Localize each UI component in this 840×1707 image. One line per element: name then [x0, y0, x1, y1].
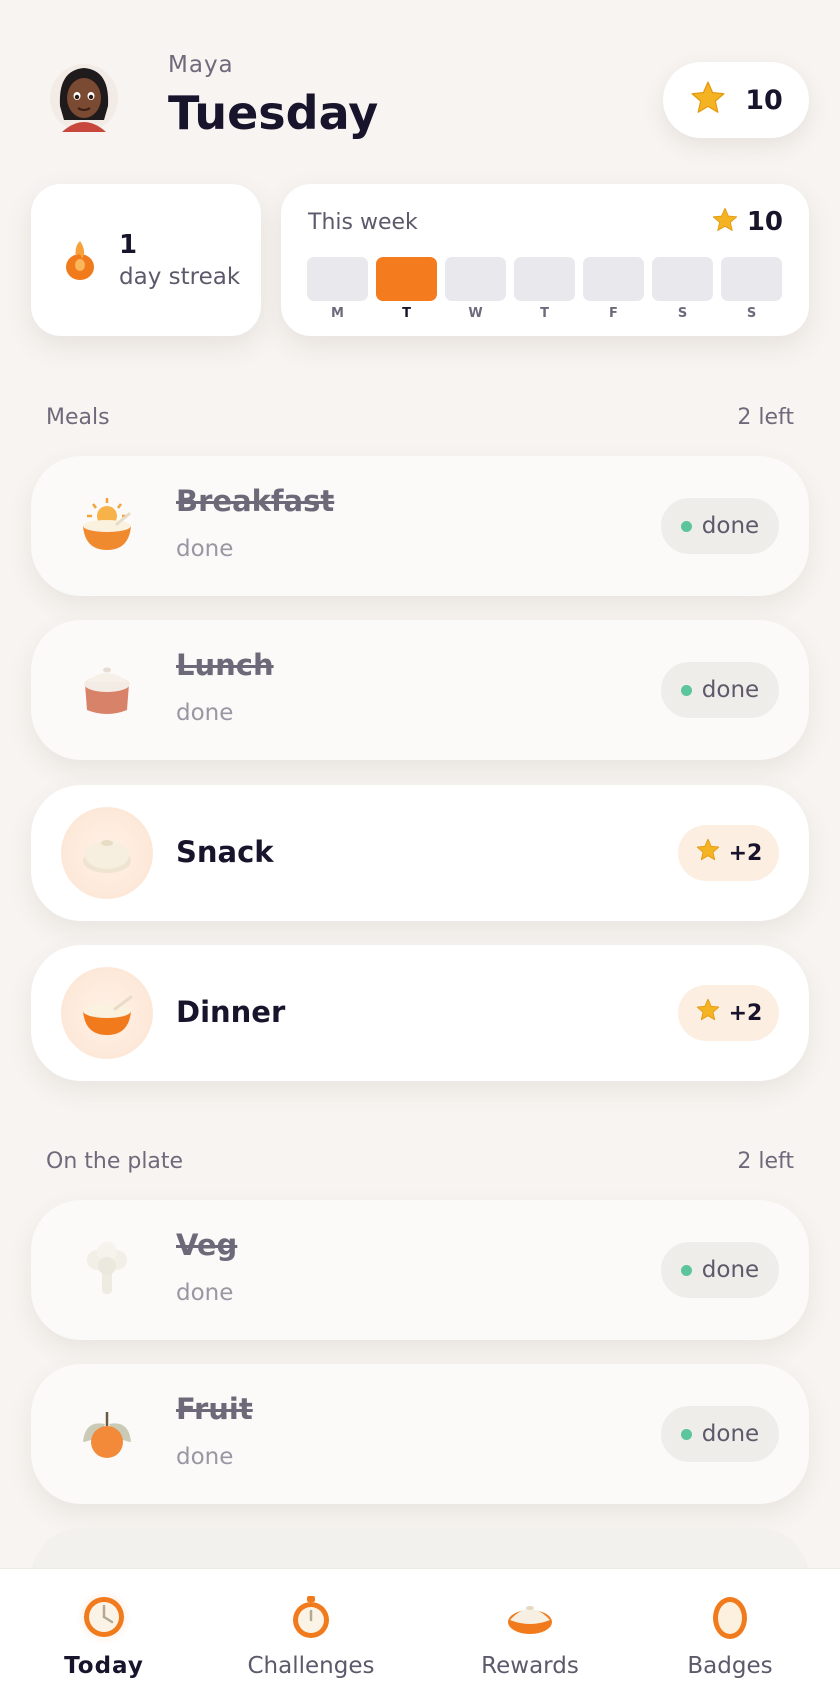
stopwatch-icon	[283, 1589, 339, 1645]
done-badge: done	[661, 1242, 779, 1298]
plate-item-veg[interactable]: Veg done done	[31, 1200, 809, 1340]
snack-bun-icon	[61, 807, 153, 899]
section-title: Meals	[46, 405, 110, 430]
nav-tab-rewards[interactable]: Rewards	[440, 1569, 620, 1707]
nav-label: Challenges	[247, 1653, 375, 1679]
points-value: +2	[728, 840, 763, 866]
star-icon	[695, 997, 721, 1029]
item-status: done	[176, 1280, 234, 1306]
day-cell[interactable]: S	[652, 257, 713, 321]
stars-total-badge[interactable]: 10	[663, 62, 809, 138]
section-title: On the plate	[46, 1149, 184, 1174]
dinner-bowl-icon	[61, 967, 153, 1059]
week-title: This week	[308, 210, 418, 235]
week-days: M T W T F S S	[307, 257, 782, 321]
week-stars-count: 10	[746, 207, 783, 237]
meal-item-breakfast[interactable]: Breakfast done done	[31, 456, 809, 596]
done-label: done	[701, 1421, 760, 1447]
day-cell[interactable]: W	[445, 257, 506, 321]
item-status: done	[176, 536, 234, 562]
day-box	[514, 257, 575, 301]
day-box	[445, 257, 506, 301]
streak-count: 1	[119, 230, 138, 260]
meals-section-header: Meals 2 left	[46, 405, 794, 430]
week-card[interactable]: This week 10 M T W T F S S	[281, 184, 809, 336]
plate-item-fruit[interactable]: Fruit done done	[31, 1364, 809, 1504]
day-box	[307, 257, 368, 301]
day-letter: M	[331, 306, 344, 321]
item-name: Dinner	[176, 995, 286, 1029]
done-badge: done	[661, 662, 779, 718]
day-cell[interactable]: F	[583, 257, 644, 321]
done-label: done	[701, 513, 760, 539]
nav-tab-today[interactable]: Today	[14, 1569, 194, 1707]
day-cell[interactable]: T	[514, 257, 575, 321]
nav-label: Badges	[687, 1653, 773, 1679]
nav-label: Today	[64, 1653, 144, 1679]
clock-icon	[76, 1589, 132, 1645]
done-dot-icon	[680, 1264, 692, 1276]
star-icon	[711, 206, 739, 238]
week-stars: 10	[711, 206, 783, 238]
item-name: Breakfast	[176, 484, 335, 518]
cauliflower-icon	[61, 1224, 153, 1316]
day-letter: S	[677, 306, 688, 321]
nav-tab-badges[interactable]: Badges	[640, 1569, 820, 1707]
meal-item-snack[interactable]: Snack +2	[31, 785, 809, 921]
nav-label: Rewards	[481, 1653, 579, 1679]
day-box	[652, 257, 713, 301]
bottom-nav: Today Challenges Rewards Badges	[0, 1568, 840, 1707]
nav-tab-challenges[interactable]: Challenges	[221, 1569, 401, 1707]
stars-count: 10	[745, 84, 783, 116]
day-letter: F	[609, 306, 618, 321]
plate-section-header: On the plate 2 left	[46, 1149, 794, 1174]
item-status: done	[176, 700, 234, 726]
done-label: done	[701, 1257, 760, 1283]
day-cell[interactable]: M	[307, 257, 368, 321]
item-status: done	[176, 1444, 234, 1470]
section-remaining: 2 left	[737, 1149, 794, 1174]
star-icon	[689, 79, 727, 121]
item-name: Fruit	[176, 1392, 253, 1426]
day-box	[721, 257, 782, 301]
day-letter: W	[468, 306, 483, 321]
breakfast-bowl-icon	[61, 480, 153, 572]
item-name: Lunch	[176, 648, 274, 682]
meal-item-dinner[interactable]: Dinner +2	[31, 945, 809, 1081]
meal-item-lunch[interactable]: Lunch done done	[31, 620, 809, 760]
streak-label: day streak	[119, 264, 241, 290]
day-letter: T	[540, 306, 549, 321]
day-box	[583, 257, 644, 301]
points-value: +2	[728, 1000, 763, 1026]
avatar[interactable]	[48, 60, 120, 136]
done-badge: done	[661, 1406, 779, 1462]
done-dot-icon	[680, 1428, 692, 1440]
day-cell[interactable]: S	[721, 257, 782, 321]
done-label: done	[701, 677, 760, 703]
day-box	[376, 257, 437, 301]
header: Maya Tuesday 10	[0, 0, 840, 170]
page-title: Tuesday	[168, 86, 379, 140]
streak-card[interactable]: 1 day streak	[31, 184, 261, 336]
done-badge: done	[661, 498, 779, 554]
user-name: Maya	[168, 52, 234, 78]
points-badge: +2	[678, 825, 779, 881]
day-letter: S	[746, 306, 757, 321]
orange-fruit-icon	[61, 1388, 153, 1480]
done-dot-icon	[680, 520, 692, 532]
item-name: Snack	[176, 835, 274, 869]
egg-icon	[702, 1589, 758, 1645]
flame-icon	[63, 237, 97, 285]
points-badge: +2	[678, 985, 779, 1041]
lunch-pot-icon	[61, 644, 153, 736]
section-remaining: 2 left	[737, 405, 794, 430]
item-name: Veg	[176, 1228, 238, 1262]
pie-icon	[502, 1589, 558, 1645]
star-icon	[695, 837, 721, 869]
day-cell[interactable]: T	[376, 257, 437, 321]
done-dot-icon	[680, 684, 692, 696]
day-letter: T	[402, 306, 411, 321]
